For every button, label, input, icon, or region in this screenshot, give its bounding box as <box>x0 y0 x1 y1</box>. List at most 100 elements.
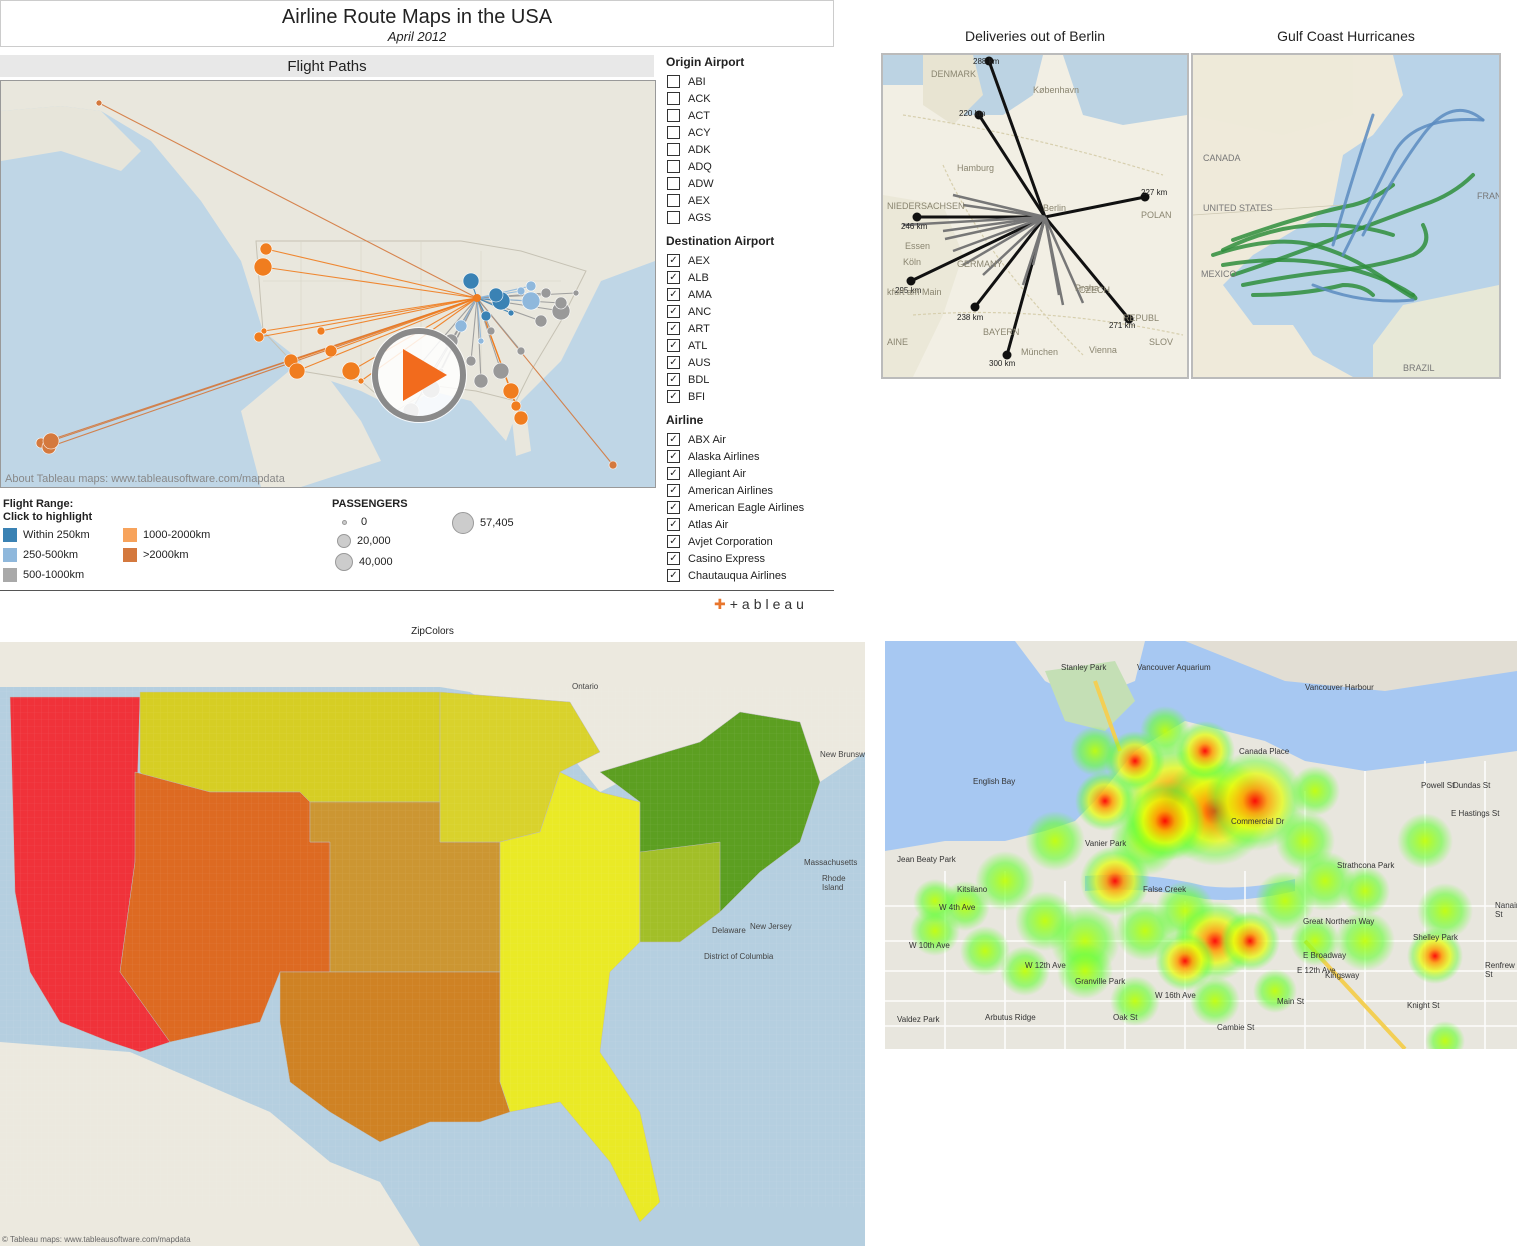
airport-marker <box>259 242 273 256</box>
airline-item[interactable]: ✓ American Airlines <box>664 482 834 499</box>
heat-blob-hot <box>1155 931 1215 991</box>
checkbox[interactable] <box>667 177 680 190</box>
origin-airport-item[interactable]: ADW <box>664 175 834 192</box>
checkbox[interactable]: ✓ <box>667 552 680 565</box>
place-label: Granville Park <box>1075 977 1126 986</box>
place-label: False Creek <box>1143 885 1187 894</box>
size-circle <box>335 553 353 571</box>
delivery-point <box>912 212 922 222</box>
airline-item[interactable]: ✓ Avjet Corporation <box>664 533 834 550</box>
checkbox[interactable]: ✓ <box>667 450 680 463</box>
distance-label: 220 km <box>959 109 986 118</box>
destination-airport-item[interactable]: ✓ AMA <box>664 286 834 303</box>
destination-airport-item[interactable]: ✓ ANC <box>664 303 834 320</box>
range-item-250-500[interactable]: 250-500km <box>3 548 78 562</box>
range-item-within-250[interactable]: Within 250km <box>3 528 90 542</box>
place-label: Great Northern Way <box>1303 917 1375 926</box>
checkbox[interactable] <box>667 211 680 224</box>
swatch <box>123 528 137 542</box>
heat-blob <box>1057 943 1113 999</box>
destination-airport-label: ATL <box>688 339 708 352</box>
airline-item[interactable]: ✓ Chautauqua Airlines <box>664 567 834 584</box>
berlin-deliveries-map[interactable]: 288 km 220 km 227 km 246 km 295 km 238 km 271 … <box>881 53 1189 379</box>
airline-item[interactable]: ✓ ABX Air <box>664 431 834 448</box>
checkbox[interactable] <box>667 160 680 173</box>
airline-item[interactable]: ✓ American Eagle Airlines <box>664 499 834 516</box>
vancouver-svg <box>885 641 1517 1049</box>
hurricanes-title: Gulf Coast Hurricanes <box>1277 28 1415 44</box>
checkbox[interactable]: ✓ <box>667 271 680 284</box>
origin-airport-item[interactable]: AEX <box>664 192 834 209</box>
origin-airport-item[interactable]: ACK <box>664 90 834 107</box>
airline-item[interactable]: ✓ Allegiant Air <box>664 465 834 482</box>
airport-marker <box>480 310 492 322</box>
place-label: Nanaimo St <box>1495 901 1517 919</box>
place-label: GERMANY <box>957 259 1003 269</box>
origin-airport-label: ACT <box>688 109 710 122</box>
airline-item[interactable]: ✓ Atlas Air <box>664 516 834 533</box>
destination-airport-item[interactable]: ✓ BDL <box>664 371 834 388</box>
checkbox[interactable] <box>667 92 680 105</box>
checkbox[interactable]: ✓ <box>667 288 680 301</box>
origin-airport-item[interactable]: ADQ <box>664 158 834 175</box>
destination-airport-item[interactable]: ✓ AUS <box>664 354 834 371</box>
checkbox[interactable]: ✓ <box>667 390 680 403</box>
place-label: POLAN <box>1141 210 1172 220</box>
checkbox[interactable]: ✓ <box>667 373 680 386</box>
checkbox[interactable] <box>667 75 680 88</box>
checkbox[interactable]: ✓ <box>667 433 680 446</box>
passengers-item: 0 <box>342 516 367 528</box>
range-item-over-2000[interactable]: >2000km <box>123 548 189 562</box>
checkbox[interactable]: ✓ <box>667 322 680 335</box>
checkbox[interactable]: ✓ <box>667 518 680 531</box>
checkbox[interactable]: ✓ <box>667 254 680 267</box>
destination-airport-item[interactable]: ✓ ALB <box>664 269 834 286</box>
map-credit[interactable]: About Tableau maps: www.tableausoftware.… <box>5 473 285 485</box>
passengers-label: 57,405 <box>480 517 514 529</box>
airline-item[interactable]: ✓ Alaska Airlines <box>664 448 834 465</box>
origin-airport-item[interactable]: AGS <box>664 209 834 226</box>
origin-airport-item[interactable]: ACY <box>664 124 834 141</box>
checkbox[interactable]: ✓ <box>667 467 680 480</box>
dashboard-title: Airline Route Maps in the USA <box>281 6 553 28</box>
airport-marker <box>488 287 504 303</box>
destination-airport-item[interactable]: ✓ ATL <box>664 337 834 354</box>
destination-airport-item[interactable]: ✓ BFI <box>664 388 834 405</box>
flight-paths-map[interactable]: About Tableau maps: www.tableausoftware.… <box>0 80 656 488</box>
hurricanes-map[interactable]: CANADA UNITED STATES MEXICO BRAZIL FRAN <box>1191 53 1501 379</box>
tableau-cross-icon: ✚ <box>714 596 730 612</box>
origin-airport-item[interactable]: ADK <box>664 141 834 158</box>
checkbox[interactable]: ✓ <box>667 356 680 369</box>
airline-item[interactable]: ✓ Casino Express <box>664 550 834 567</box>
heat-blob <box>913 879 957 923</box>
place-label: Strathcona Park <box>1337 861 1395 870</box>
zip-credit: © Tableau maps: www.tableausoftware.com/… <box>2 1235 191 1244</box>
destination-airport-label: AEX <box>688 254 711 267</box>
checkbox[interactable]: ✓ <box>667 569 680 582</box>
destination-airport-item[interactable]: ✓ AEX <box>664 252 834 269</box>
checkbox[interactable]: ✓ <box>667 305 680 318</box>
range-item-500-1000[interactable]: 500-1000km <box>3 568 84 582</box>
range-item-1000-2000[interactable]: 1000-2000km <box>123 528 210 542</box>
airport-marker <box>507 309 515 317</box>
place-label: MEXICO <box>1201 269 1237 279</box>
origin-airport-item[interactable]: ACT <box>664 107 834 124</box>
place-label: Jean Beaty Park <box>897 855 956 864</box>
checkbox[interactable]: ✓ <box>667 501 680 514</box>
checkbox[interactable]: ✓ <box>667 484 680 497</box>
checkbox[interactable] <box>667 126 680 139</box>
zipcolors-map[interactable]: Ontario New Brunsw Massachusetts Rhode Isla… <box>0 642 865 1246</box>
play-button[interactable] <box>371 327 467 423</box>
place-label: København <box>1033 85 1080 95</box>
checkbox[interactable] <box>667 109 680 122</box>
checkbox[interactable]: ✓ <box>667 535 680 548</box>
airline-title: Airline <box>666 413 704 427</box>
heat-blob <box>1397 813 1453 869</box>
checkbox[interactable]: ✓ <box>667 339 680 352</box>
vancouver-heatmap[interactable]: Stanley Park Vancouver Aquarium Vancouver … <box>885 641 1517 1049</box>
checkbox[interactable] <box>667 194 680 207</box>
destination-airport-item[interactable]: ✓ ART <box>664 320 834 337</box>
tableau-logo-text: +ableau <box>729 596 808 612</box>
origin-airport-item[interactable]: ABI <box>664 73 834 90</box>
checkbox[interactable] <box>667 143 680 156</box>
